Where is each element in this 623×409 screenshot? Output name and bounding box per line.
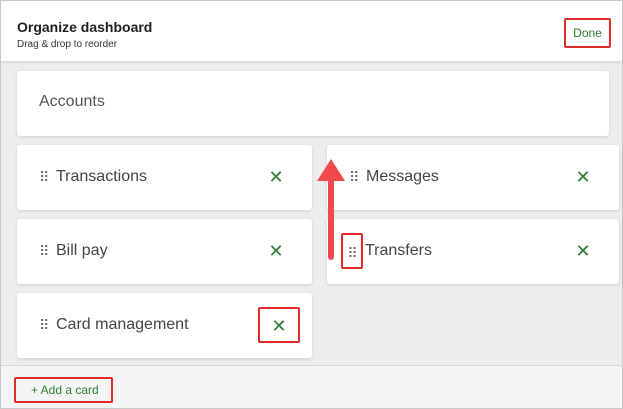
card-messages[interactable]: ⠿ Messages ✕ (327, 145, 619, 210)
card-accounts[interactable]: Accounts (17, 71, 609, 136)
done-button[interactable]: Done (564, 18, 611, 48)
card-label: Bill pay (56, 242, 108, 259)
add-card-button[interactable]: + Add a card (14, 377, 113, 403)
drag-handle-icon[interactable]: ⠿ (39, 168, 49, 186)
card-card-management[interactable]: ⠿ Card management ✕ (17, 293, 312, 358)
card-label: Transfers (365, 242, 432, 259)
page-subtitle: Drag & drop to reorder (17, 39, 118, 50)
panel-header: Organize dashboard Drag & drop to reorde… (1, 1, 622, 62)
drag-handle-icon[interactable]: ⠿ (341, 233, 363, 269)
close-icon[interactable]: ✕ (258, 307, 300, 343)
close-icon[interactable]: ✕ (569, 237, 597, 265)
close-icon[interactable]: ✕ (569, 163, 597, 191)
card-transactions[interactable]: ⠿ Transactions ✕ (17, 145, 312, 210)
card-label: Card management (56, 316, 189, 333)
drag-handle-icon[interactable]: ⠿ (39, 242, 49, 260)
drag-handle-icon[interactable]: ⠿ (349, 168, 359, 186)
organize-dashboard-panel: Organize dashboard Drag & drop to reorde… (0, 0, 623, 409)
drag-handle-icon[interactable]: ⠿ (39, 316, 49, 334)
card-label: Messages (366, 168, 439, 185)
close-icon[interactable]: ✕ (262, 237, 290, 265)
card-label: Transactions (56, 168, 147, 185)
card-bill-pay[interactable]: ⠿ Bill pay ✕ (17, 219, 312, 284)
panel-footer: + Add a card (1, 365, 622, 408)
card-label: Accounts (39, 93, 105, 110)
card-transfers[interactable]: ⠿ Transfers ✕ (327, 219, 619, 284)
close-icon[interactable]: ✕ (262, 163, 290, 191)
page-title: Organize dashboard (17, 19, 153, 35)
